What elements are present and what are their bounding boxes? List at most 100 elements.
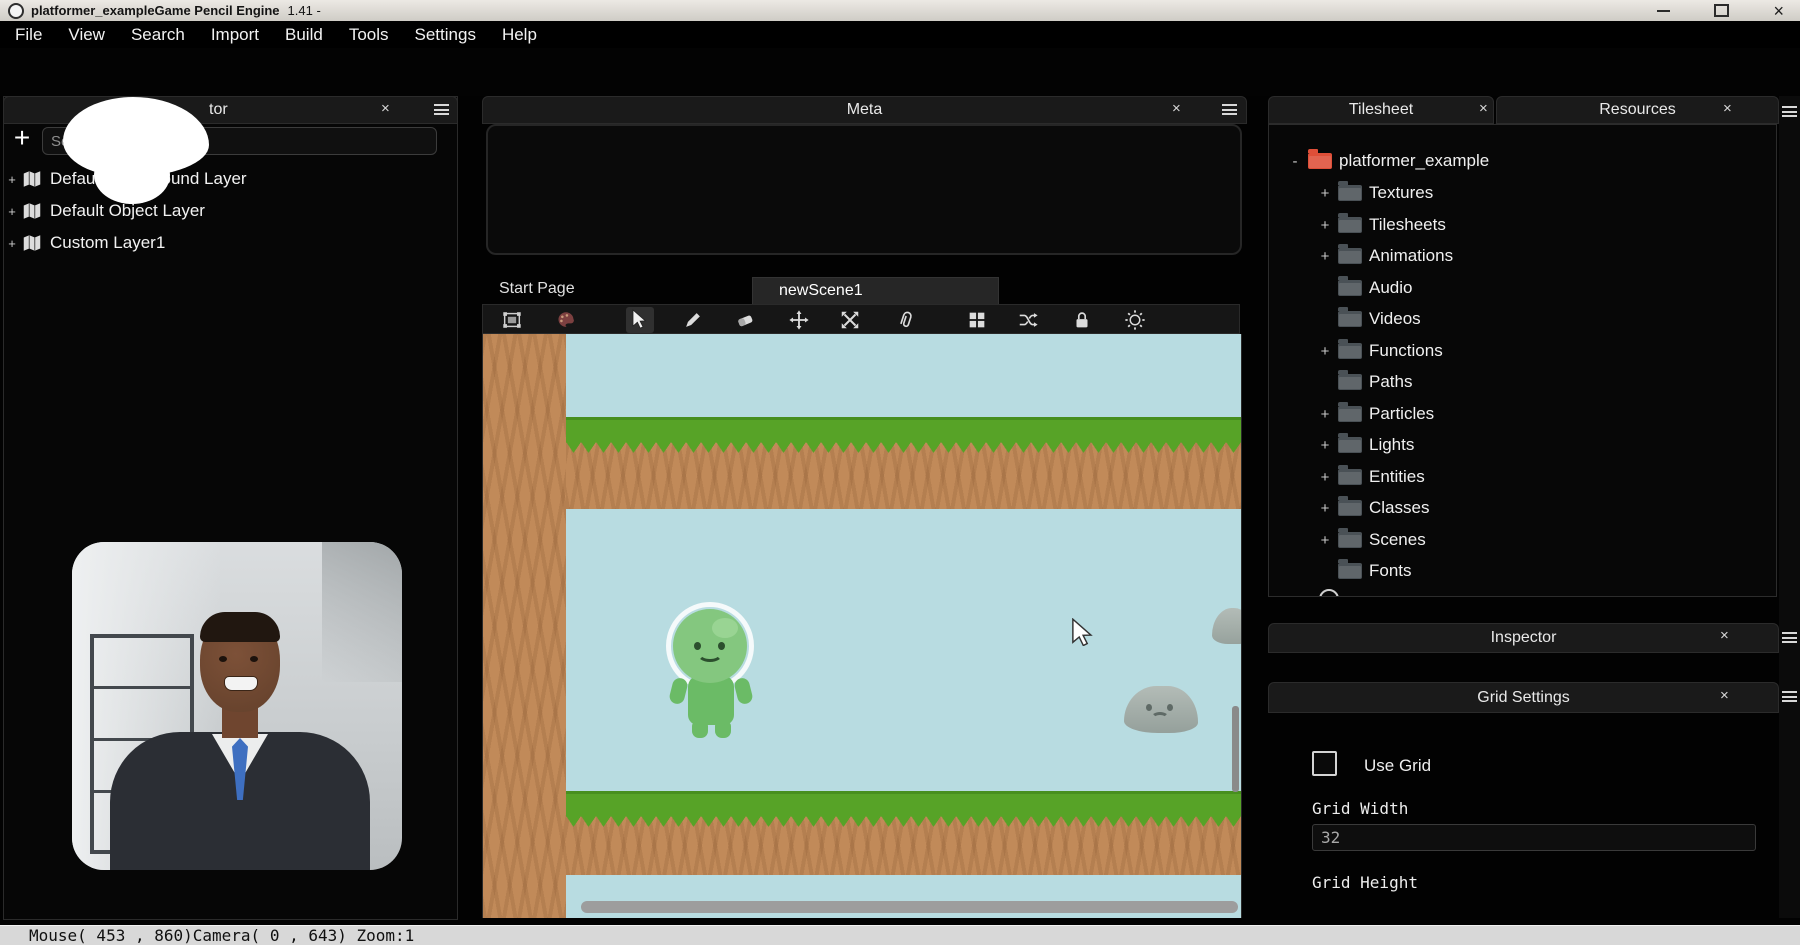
expand-plus-icon[interactable]: + — [1319, 469, 1331, 486]
tiles-icon — [966, 309, 988, 331]
panel-menu-icon[interactable] — [1782, 106, 1797, 117]
resize-tool-button[interactable] — [836, 307, 864, 333]
menu-import[interactable]: Import — [198, 25, 272, 45]
menu-view[interactable]: View — [55, 25, 118, 45]
close-icon[interactable]: × — [1720, 627, 1729, 644]
close-icon[interactable]: × — [1172, 101, 1181, 117]
rock-frown — [1151, 712, 1169, 724]
layer-label: Custom Layer1 — [50, 233, 165, 253]
lock-tool-button[interactable] — [1068, 307, 1096, 333]
minimize-icon[interactable] — [1657, 10, 1670, 12]
paperclip-tool-button[interactable] — [892, 307, 920, 333]
layer-row-background[interactable]: + Default Background Layer — [4, 165, 457, 193]
tree-item-animations[interactable]: + Animations — [1319, 242, 1453, 270]
expand-plus-icon[interactable]: + — [1319, 185, 1331, 202]
tab-start-page[interactable]: Start Page — [499, 280, 575, 298]
tree-item-particles[interactable]: + Particles — [1319, 400, 1434, 428]
folder-icon — [1338, 532, 1362, 548]
select-tool-button[interactable] — [626, 307, 654, 333]
panel-menu-icon[interactable] — [1222, 104, 1237, 115]
window-title: platformer_exampleGame Pencil Engine — [31, 3, 280, 18]
inspector-panel-header[interactable]: Inspector — [1268, 623, 1779, 653]
collapse-minus-icon[interactable]: - — [1289, 153, 1301, 170]
tree-item-project-root[interactable]: - platformer_example — [1289, 147, 1489, 175]
expand-plus-icon[interactable]: + — [6, 236, 18, 251]
tree-item-functions[interactable]: + Functions — [1319, 337, 1443, 365]
expand-plus-icon[interactable]: + — [1319, 406, 1331, 423]
tree-item-clipped[interactable] — [1319, 589, 1519, 597]
layer-row-custom[interactable]: + Custom Layer1 — [4, 229, 457, 257]
resources-tree: - platformer_example + Textures + Tilesh… — [1268, 124, 1777, 597]
tiles-tool-button[interactable] — [963, 307, 991, 333]
move-tool-button[interactable] — [785, 307, 813, 333]
tab-new-scene1[interactable]: newScene1 — [752, 277, 999, 304]
panel-menu-icon[interactable] — [1782, 691, 1797, 702]
tree-item-videos[interactable]: Videos — [1319, 305, 1421, 333]
expand-plus-icon[interactable]: + — [6, 172, 18, 187]
expand-plus-icon[interactable]: + — [1319, 437, 1331, 454]
tree-label: Audio — [1369, 278, 1412, 298]
expand-plus-icon[interactable]: + — [1319, 248, 1331, 265]
expand-plus-icon[interactable]: + — [1319, 500, 1331, 517]
tilesheet-panel-header[interactable]: Tilesheet × — [1268, 96, 1494, 124]
stamp-tool-button[interactable] — [498, 307, 526, 333]
scene-canvas[interactable] — [482, 334, 1242, 918]
panel-menu-icon[interactable] — [1782, 632, 1797, 643]
gear-tool-button[interactable] — [1121, 307, 1149, 333]
add-layer-button[interactable]: + — [8, 125, 36, 153]
eraser-tool-button[interactable] — [731, 307, 759, 333]
folder-icon — [1308, 153, 1332, 169]
cursor-icon — [630, 309, 650, 331]
menu-tools[interactable]: Tools — [336, 25, 402, 45]
menu-help[interactable]: Help — [489, 25, 550, 45]
vertical-scrollbar[interactable] — [1232, 706, 1239, 792]
dirt-wall — [483, 334, 566, 918]
tree-item-textures[interactable]: + Textures — [1319, 179, 1433, 207]
menu-search[interactable]: Search — [118, 25, 198, 45]
tree-item-audio[interactable]: Audio — [1319, 274, 1412, 302]
menu-settings[interactable]: Settings — [402, 25, 489, 45]
map-icon — [20, 168, 44, 190]
expand-plus-icon[interactable]: + — [1319, 217, 1331, 234]
menu-build[interactable]: Build — [272, 25, 336, 45]
close-icon[interactable]: × — [1773, 2, 1784, 20]
shuffle-tool-button[interactable] — [1014, 307, 1042, 333]
layer-row-object[interactable]: + Default Object Layer — [4, 197, 457, 225]
horizontal-scrollbar[interactable] — [581, 901, 1238, 913]
use-grid-checkbox[interactable] — [1312, 751, 1337, 776]
tree-item-paths[interactable]: Paths — [1319, 368, 1412, 396]
close-icon[interactable]: × — [1720, 687, 1729, 704]
tree-label: Classes — [1369, 498, 1429, 518]
tree-item-tilesheets[interactable]: + Tilesheets — [1319, 211, 1446, 239]
resources-panel-header[interactable]: Resources × — [1496, 96, 1779, 124]
grid-width-input[interactable] — [1312, 824, 1756, 851]
folder-icon — [1338, 374, 1362, 390]
person-head — [200, 612, 280, 712]
tilesheet-panel-title: Tilesheet — [1349, 101, 1413, 119]
maximize-icon[interactable] — [1714, 4, 1729, 17]
player-character[interactable] — [673, 609, 747, 683]
expand-plus-icon[interactable]: + — [1319, 343, 1331, 360]
expand-plus-icon[interactable]: + — [6, 204, 18, 219]
close-icon[interactable]: × — [1723, 101, 1732, 117]
tree-item-fonts[interactable]: Fonts — [1319, 557, 1412, 585]
map-icon — [20, 232, 44, 254]
grid-settings-panel-header[interactable]: Grid Settings — [1268, 682, 1779, 713]
menu-file[interactable]: File — [2, 25, 55, 45]
tree-item-scenes[interactable]: + Scenes — [1319, 526, 1426, 554]
mouse-cursor-icon — [1071, 618, 1093, 651]
grass-platform — [566, 417, 1241, 442]
tree-item-entities[interactable]: + Entities — [1319, 463, 1425, 491]
palette-tool-button[interactable] — [552, 307, 580, 333]
pencil-icon — [682, 309, 704, 331]
close-icon[interactable]: × — [381, 101, 390, 117]
gear-outline-icon — [1319, 589, 1339, 597]
rock-enemy[interactable] — [1124, 686, 1198, 733]
pencil-tool-button[interactable] — [679, 307, 707, 333]
tree-item-classes[interactable]: + Classes — [1319, 494, 1429, 522]
expand-plus-icon[interactable]: + — [1319, 532, 1331, 549]
panel-menu-icon[interactable] — [434, 104, 449, 115]
close-icon[interactable]: × — [1479, 101, 1488, 117]
palette-icon — [555, 309, 577, 331]
tree-item-lights[interactable]: + Lights — [1319, 431, 1414, 459]
